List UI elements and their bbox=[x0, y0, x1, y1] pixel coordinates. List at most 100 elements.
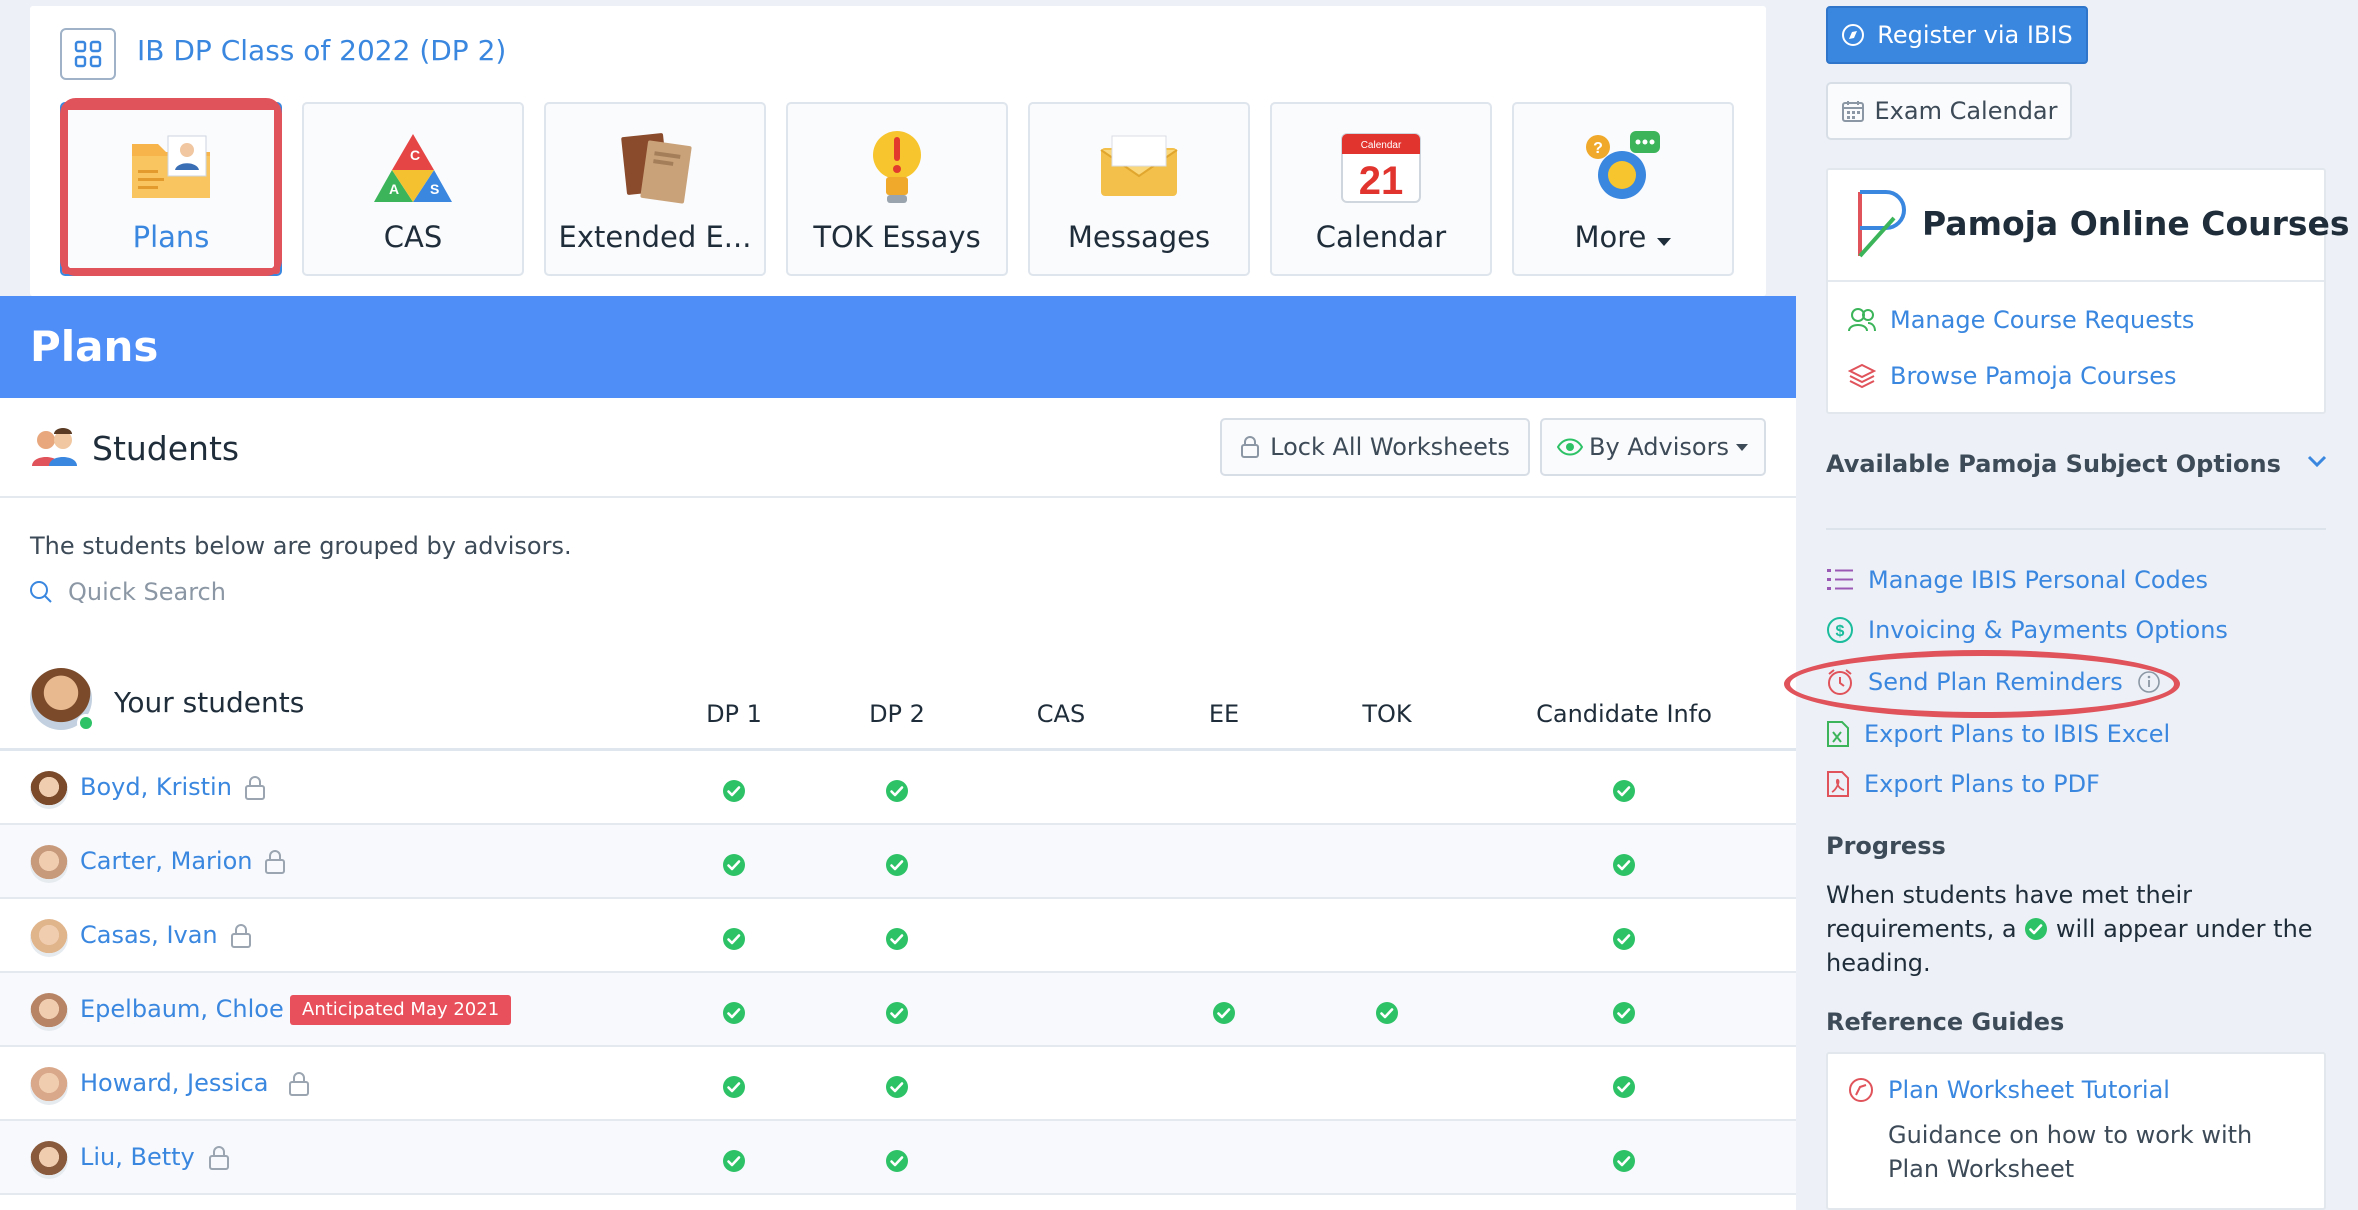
register-via-ibis-button[interactable]: Register via IBIS bbox=[1826, 6, 2088, 64]
table-row: Carter, Marion bbox=[0, 825, 1796, 899]
student-name-link[interactable]: Casas, Ivan bbox=[80, 921, 218, 949]
student-avatar bbox=[30, 845, 68, 883]
check-circle-icon bbox=[2025, 918, 2048, 940]
calendar-icon: Calendar 21 bbox=[1341, 133, 1421, 203]
student-avatar bbox=[30, 1141, 68, 1179]
check-circle-icon bbox=[1613, 1002, 1635, 1024]
compass-icon bbox=[1849, 1078, 1873, 1102]
check-circle-icon bbox=[723, 1002, 745, 1024]
student-avatar bbox=[30, 993, 68, 1031]
calendar-day: 21 bbox=[1359, 159, 1404, 203]
check-circle-icon bbox=[886, 928, 908, 950]
check-circle-icon bbox=[1213, 1002, 1235, 1024]
check-circle-icon bbox=[1613, 854, 1635, 876]
caret-down-icon bbox=[1735, 443, 1748, 451]
manage-ibis-personal-codes-link[interactable]: Manage IBIS Personal Codes bbox=[1826, 566, 2208, 594]
export-plans-pdf-link[interactable]: Export Plans to PDF bbox=[1826, 770, 2100, 798]
lock-icon[interactable] bbox=[264, 849, 286, 875]
check-circle-icon bbox=[1613, 928, 1635, 950]
caret-down-icon bbox=[1656, 238, 1671, 246]
by-advisors-dropdown[interactable]: By Advisors bbox=[1540, 418, 1766, 476]
svg-text:$: $ bbox=[1836, 623, 1845, 640]
tile-label: TOK Essays bbox=[813, 220, 981, 254]
divider bbox=[1826, 528, 2326, 530]
column-header-ee: EE bbox=[1208, 700, 1240, 728]
browse-courses-label: Browse Pamoja Courses bbox=[1890, 362, 2177, 390]
check-circle-icon bbox=[886, 1076, 908, 1098]
tile-label: Extended E... bbox=[558, 220, 752, 254]
tile-label: More bbox=[1574, 220, 1671, 254]
student-name-link[interactable]: Epelbaum, Chloe bbox=[80, 995, 284, 1023]
tile-extended-essay[interactable]: Extended E... bbox=[544, 102, 766, 276]
pamoja-logo-icon bbox=[1858, 190, 1906, 258]
grouping-description: The students below are grouped by adviso… bbox=[30, 532, 572, 560]
student-name-link[interactable]: Boyd, Kristin bbox=[80, 773, 232, 801]
check-circle-icon bbox=[1376, 1002, 1398, 1024]
student-name-link[interactable]: Howard, Jessica bbox=[80, 1069, 268, 1097]
guide-description: Guidance on how to work with Plan Worksh… bbox=[1888, 1121, 2253, 1183]
highlight-ring bbox=[1784, 650, 2180, 718]
tile-calendar[interactable]: Calendar 21 Calendar bbox=[1270, 102, 1492, 276]
column-header-dp1: DP 1 bbox=[706, 700, 762, 728]
chevron-down-icon[interactable] bbox=[2306, 450, 2328, 472]
student-name-link[interactable]: Liu, Betty bbox=[80, 1143, 195, 1171]
group-title: Your students bbox=[114, 686, 305, 719]
tile-tok-essays[interactable]: TOK Essays bbox=[786, 102, 1008, 276]
browse-pamoja-courses-link[interactable]: Browse Pamoja Courses bbox=[1848, 362, 2176, 390]
lock-icon[interactable] bbox=[244, 775, 266, 801]
page-title: Plans bbox=[30, 322, 159, 371]
available-subject-options-toggle[interactable]: Available Pamoja Subject Options bbox=[1826, 450, 2281, 478]
apps-grid-button[interactable] bbox=[60, 28, 116, 80]
link-label: Export Plans to PDF bbox=[1864, 770, 2100, 798]
students-icon bbox=[32, 428, 77, 466]
list-icon bbox=[1827, 569, 1853, 590]
check-circle-icon bbox=[886, 1150, 908, 1172]
lock-icon[interactable] bbox=[288, 1071, 310, 1097]
tile-messages[interactable]: Messages bbox=[1028, 102, 1250, 276]
class-title[interactable]: IB DP Class of 2022 (DP 2) bbox=[137, 34, 506, 67]
link-label: Manage IBIS Personal Codes bbox=[1868, 566, 2209, 594]
svg-text:A: A bbox=[389, 181, 399, 197]
help-bubbles-icon: ? bbox=[1586, 131, 1660, 199]
student-name-link[interactable]: Carter, Marion bbox=[80, 847, 252, 875]
table-row: Howard, Jessica bbox=[0, 1047, 1796, 1121]
pamoja-title: Pamoja Online Courses bbox=[1922, 204, 2350, 243]
tile-label: CAS bbox=[383, 220, 443, 254]
guide-title: Plan Worksheet Tutorial bbox=[1888, 1076, 2170, 1104]
divider bbox=[0, 496, 1796, 498]
check-circle-icon bbox=[723, 928, 745, 950]
column-header-candidate-info: Candidate Info bbox=[1536, 700, 1712, 728]
check-circle-icon bbox=[1613, 1076, 1635, 1098]
grid-icon bbox=[74, 40, 102, 68]
manage-course-requests-link[interactable]: Manage Course Requests bbox=[1848, 306, 2194, 334]
progress-explanation: When students have met their requirement… bbox=[1826, 878, 2326, 980]
lock-icon[interactable] bbox=[230, 923, 252, 949]
column-header-tok: TOK bbox=[1362, 700, 1412, 728]
highlight-ring bbox=[60, 98, 282, 276]
svg-text:S: S bbox=[430, 181, 439, 197]
books-icon bbox=[621, 133, 692, 204]
cas-triangle-icon: C A S bbox=[374, 134, 452, 202]
register-label: Register via IBIS bbox=[1877, 21, 2073, 49]
table-row: Liu, Betty bbox=[0, 1121, 1796, 1195]
table-row: Boyd, Kristin bbox=[0, 751, 1796, 825]
lock-all-worksheets-button[interactable]: Lock All Worksheets bbox=[1220, 418, 1530, 476]
layers-icon bbox=[1848, 363, 1876, 389]
lock-icon[interactable] bbox=[208, 1145, 230, 1171]
student-avatar bbox=[30, 771, 68, 809]
export-plans-ibis-excel-link[interactable]: Export Plans to IBIS Excel bbox=[1826, 720, 2170, 748]
plan-worksheet-tutorial-link[interactable]: Plan Worksheet Tutorial bbox=[1848, 1076, 2170, 1104]
manage-requests-label: Manage Course Requests bbox=[1890, 306, 2195, 334]
users-icon bbox=[1848, 308, 1876, 332]
more-label: More bbox=[1574, 220, 1647, 254]
reference-guides-heading: Reference Guides bbox=[1826, 1008, 2065, 1036]
tile-label: Calendar bbox=[1315, 220, 1447, 254]
tile-cas[interactable]: CAS CAS bbox=[302, 102, 524, 276]
dollar-circle-icon: $ bbox=[1827, 617, 1853, 643]
status-badge: Anticipated May 2021 bbox=[290, 995, 512, 1025]
tile-more[interactable]: ? More bbox=[1512, 102, 1734, 276]
search-input[interactable] bbox=[68, 578, 468, 606]
exam-calendar-button[interactable]: Exam Calendar bbox=[1826, 82, 2072, 140]
invoicing-payments-options-link[interactable]: $ Invoicing & Payments Options bbox=[1826, 616, 2228, 644]
student-avatar bbox=[30, 1067, 68, 1105]
